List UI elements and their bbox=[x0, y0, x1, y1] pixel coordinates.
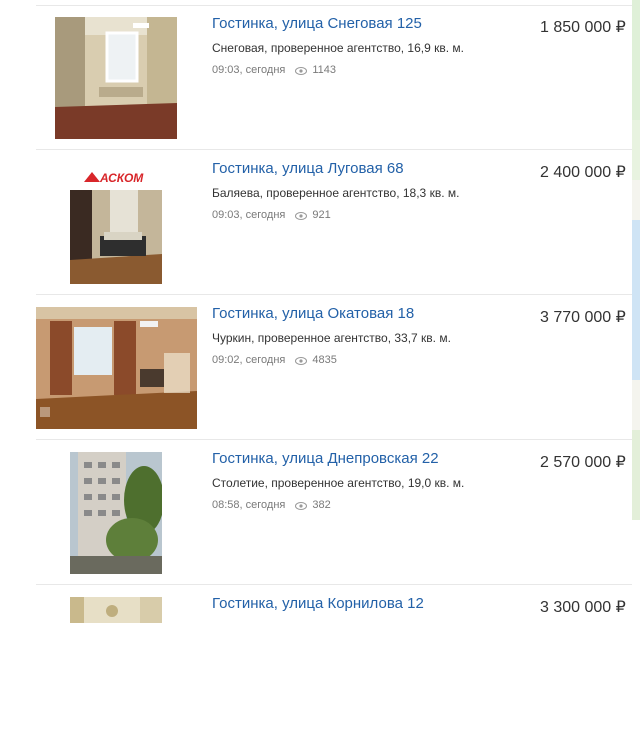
eye-icon bbox=[295, 66, 308, 75]
listing-photo[interactable] bbox=[70, 597, 162, 623]
listing-item[interactable]: АСКОМ Гостинка, улица Луговая 68 Баляева… bbox=[36, 150, 632, 295]
listing-title[interactable]: Гостинка, улица Днепровская 22 bbox=[212, 450, 439, 467]
listing-photo[interactable] bbox=[70, 452, 162, 574]
listing-item[interactable]: Гостинка, улица Снеговая 125 Снеговая, п… bbox=[36, 5, 632, 150]
listing-description: Столетие, проверенное агентство, 19,0 кв… bbox=[212, 476, 465, 490]
listing-description: Чуркин, проверенное агентство, 33,7 кв. … bbox=[212, 331, 451, 345]
listing-item[interactable]: Гостинка, улица Окатовая 18 Чуркин, пров… bbox=[36, 295, 632, 440]
svg-text:АСКОМ: АСКОМ bbox=[99, 171, 144, 185]
listing-price: 3 770 000 ₽ bbox=[540, 309, 626, 326]
listing-title[interactable]: Гостинка, улица Окатовая 18 bbox=[212, 305, 414, 322]
listing-photo[interactable] bbox=[55, 17, 177, 139]
listing-price: 3 300 000 ₽ bbox=[540, 599, 626, 616]
listing-meta: 09:02, сегодня 4835 bbox=[212, 354, 337, 366]
listing-title[interactable]: Гостинка, улица Луговая 68 bbox=[212, 160, 404, 177]
listing-views: 921 bbox=[312, 209, 331, 221]
listing-views: 1143 bbox=[312, 64, 337, 76]
listing-title[interactable]: Гостинка, улица Снеговая 125 bbox=[212, 15, 422, 32]
listing-price: 2 400 000 ₽ bbox=[540, 164, 626, 181]
listing-time: 09:02, сегодня bbox=[212, 354, 286, 366]
listing-views: 382 bbox=[312, 499, 331, 511]
listing-time: 08:58, сегодня bbox=[212, 499, 286, 511]
listing-description: Снеговая, проверенное агентство, 16,9 кв… bbox=[212, 41, 464, 55]
listing-meta: 09:03, сегодня 1143 bbox=[212, 64, 336, 76]
listing-price: 1 850 000 ₽ bbox=[540, 19, 626, 36]
listing-item[interactable]: Гостинка, улица Корнилова 12 3 300 000 ₽ bbox=[36, 585, 632, 730]
listing-time: 09:03, сегодня bbox=[212, 209, 286, 221]
listing-item[interactable]: Гостинка, улица Днепровская 22 Столетие,… bbox=[36, 440, 632, 585]
listing-title[interactable]: Гостинка, улица Корнилова 12 bbox=[212, 595, 424, 612]
eye-icon bbox=[295, 501, 308, 510]
map-edge bbox=[632, 0, 640, 623]
listing-description: Баляева, проверенное агентство, 18,3 кв.… bbox=[212, 186, 460, 200]
listing-time: 09:03, сегодня bbox=[212, 64, 286, 76]
listing-photo[interactable] bbox=[36, 307, 197, 429]
listing-views: 4835 bbox=[312, 354, 337, 366]
listings-list: Гостинка, улица Снеговая 125 Снеговая, п… bbox=[0, 0, 640, 623]
eye-icon bbox=[295, 356, 308, 365]
listing-meta: 08:58, сегодня 382 bbox=[212, 499, 331, 511]
listing-photo[interactable]: АСКОМ bbox=[70, 162, 162, 284]
listing-meta: 09:03, сегодня 921 bbox=[212, 209, 331, 221]
listing-price: 2 570 000 ₽ bbox=[540, 454, 626, 471]
eye-icon bbox=[295, 211, 308, 220]
